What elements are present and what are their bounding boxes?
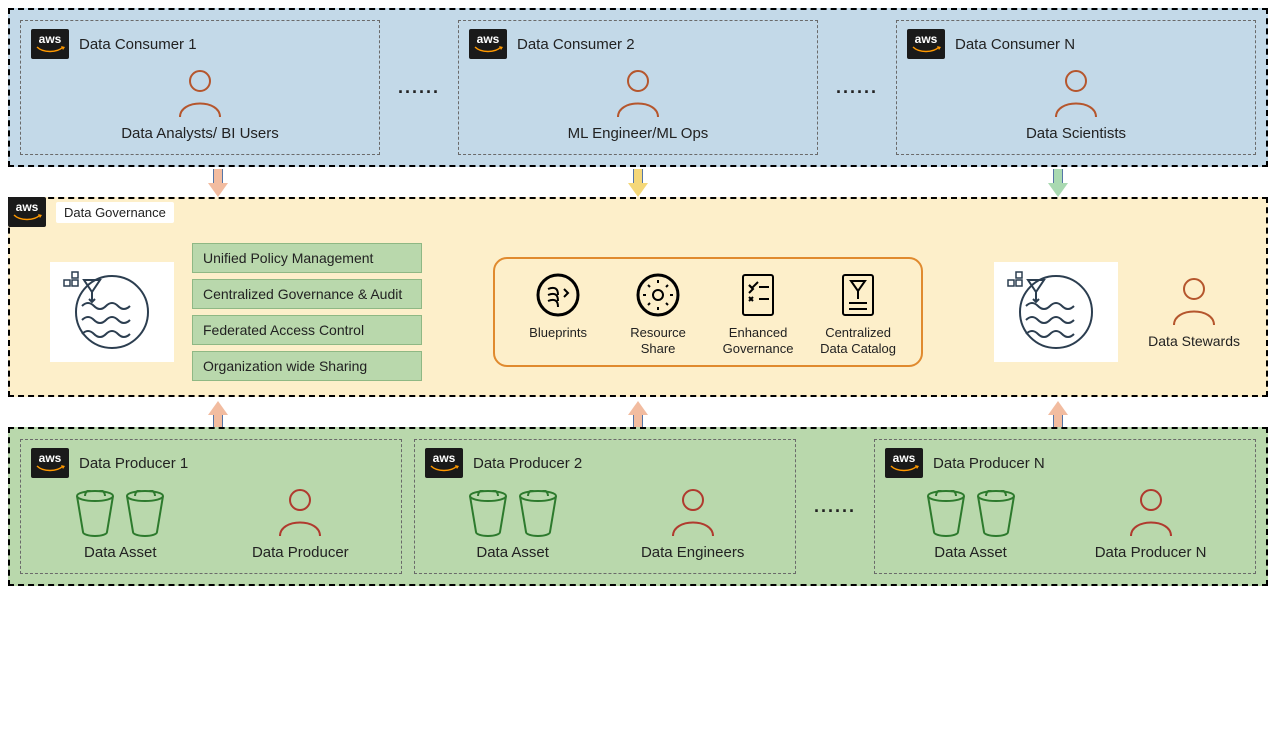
steward-label: Data Stewards [1148,333,1240,349]
arrows-producer-to-governance [8,399,1268,429]
producer-role-block: Data Engineers [641,486,744,561]
feature-pill: Federated Access Control [192,315,422,345]
consumers-layer: aws Data Consumer 1 Data Analysts/ BI Us… [8,8,1268,167]
aws-logo-icon: aws [885,448,923,478]
catalog-icon [839,273,877,317]
consumer-box-2: aws Data Consumer 2 ML Engineer/ML Ops [458,20,818,155]
producer-box-n: aws Data Producer N Data Asset Data Prod… [874,439,1256,574]
arrow-down-icon [1048,169,1068,199]
gear-icon [636,273,680,317]
arrow-up-icon [208,399,228,429]
aws-logo-icon: aws [469,29,507,59]
ellipsis: ...... [392,77,446,98]
feature-pill: Centralized Governance & Audit [192,279,422,309]
governance-title: Data Governance [56,202,174,223]
producer-box-1: aws Data Producer 1 Data Asset Data Prod… [20,439,402,574]
user-icon [274,486,326,538]
consumer-role: ML Engineer/ML Ops [469,125,807,142]
governance-features: Unified Policy Management Centralized Go… [192,243,422,381]
aws-logo-icon: aws [8,197,46,227]
arrow-up-icon [1048,399,1068,429]
feature-pill: Organization wide Sharing [192,351,422,381]
consumer-box-n: aws Data Consumer N Data Scientists [896,20,1256,155]
producer-role-block: Data Producer N [1095,486,1207,561]
producer-role-block: Data Producer [252,486,349,561]
aws-logo-icon: aws [31,448,69,478]
consumer-box-1: aws Data Consumer 1 Data Analysts/ BI Us… [20,20,380,155]
blueprint-icon [536,273,580,317]
bucket-icon [123,490,167,538]
arrows-consumer-to-governance [8,169,1268,199]
consumer-role: Data Scientists [907,125,1245,142]
bucket-icon [73,490,117,538]
producer-title: Data Producer N [933,455,1045,472]
consumer-title: Data Consumer N [955,36,1075,53]
data-asset-block: Data Asset [924,486,1018,561]
aws-logo-icon: aws [425,448,463,478]
user-icon [174,67,226,119]
data-asset-block: Data Asset [466,486,560,561]
capsule-item-catalog: Centralized Data Catalog [817,273,899,358]
user-icon [667,486,719,538]
ellipsis: ...... [830,77,884,98]
ellipsis: ...... [808,496,862,517]
consumer-title: Data Consumer 1 [79,36,197,53]
user-icon [612,67,664,119]
feature-pill: Unified Policy Management [192,243,422,273]
arrow-down-icon [628,169,648,199]
aws-logo-icon: aws [31,29,69,59]
producer-box-2: aws Data Producer 2 Data Asset Data Engi… [414,439,796,574]
checklist-icon [739,273,777,317]
aws-logo-icon: aws [907,29,945,59]
user-icon [1125,486,1177,538]
governance-layer: aws Data Governance Unified Policy Manag… [8,197,1268,397]
arrow-down-icon [208,169,228,199]
user-icon [1050,67,1102,119]
governance-capsule: Blueprints Resource Share Enhanced Gover… [493,257,923,368]
capsule-item-blueprints: Blueprints [517,273,599,341]
producers-layer: aws Data Producer 1 Data Asset Data Prod… [8,427,1268,586]
capsule-item-enhanced-governance: Enhanced Governance [717,273,799,358]
consumer-role: Data Analysts/ BI Users [31,125,369,142]
user-icon [1168,275,1220,327]
bucket-icon [466,490,510,538]
bucket-icon [924,490,968,538]
bucket-icon [516,490,560,538]
lake-formation-icon [994,262,1118,362]
lake-formation-icon [50,262,174,362]
capsule-item-resource-share: Resource Share [617,273,699,358]
bucket-icon [974,490,1018,538]
producer-title: Data Producer 2 [473,455,582,472]
producer-title: Data Producer 1 [79,455,188,472]
data-asset-block: Data Asset [73,486,167,561]
arrow-up-icon [628,399,648,429]
steward-block: Data Stewards [1148,275,1240,349]
consumer-title: Data Consumer 2 [517,36,635,53]
